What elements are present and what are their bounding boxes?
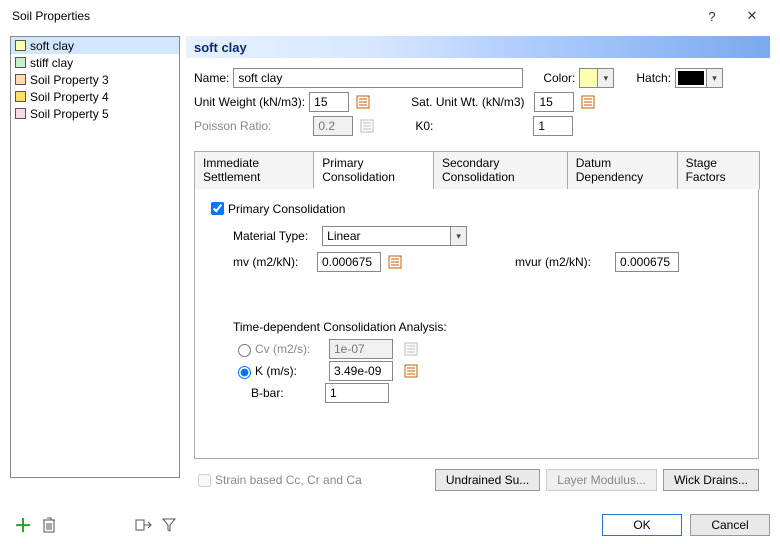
delete-icon[interactable]: [40, 516, 58, 534]
k0-input[interactable]: [533, 116, 573, 136]
close-button[interactable]: ✕: [732, 8, 772, 24]
window-title: Soil Properties: [12, 9, 692, 23]
unit-weight-label: Unit Weight (kN/m3):: [194, 95, 305, 109]
tab-datum-dependency[interactable]: Datum Dependency: [567, 151, 678, 189]
swatch-icon: [15, 40, 26, 51]
material-type-value: Linear: [323, 227, 450, 245]
name-input[interactable]: [233, 68, 523, 88]
chevron-down-icon: ▾: [706, 69, 722, 87]
primary-consolidation-check-label: Primary Consolidation: [228, 202, 345, 216]
sidebar-item-2[interactable]: Soil Property 3: [11, 71, 179, 88]
strain-based-checkbox: Strain based Cc, Cr and Ca: [194, 471, 362, 490]
cv-input: [329, 339, 393, 359]
mv-settings-icon[interactable]: [385, 252, 405, 272]
color-label: Color:: [543, 71, 575, 85]
title-bar: Soil Properties ? ✕: [0, 0, 780, 32]
mv-label: mv (m2/kN):: [233, 255, 313, 269]
swatch-icon: [15, 57, 26, 68]
unit-weight-settings-icon[interactable]: [353, 92, 373, 112]
material-type-combo[interactable]: Linear ▾: [322, 226, 467, 246]
cv-settings-icon: [401, 339, 421, 359]
unit-weight-input[interactable]: [309, 92, 349, 112]
primary-consolidation-checkbox[interactable]: Primary Consolidation: [207, 199, 345, 218]
sidebar-toolbar: ＋: [14, 516, 178, 534]
color-swatch: [580, 69, 597, 87]
soil-heading: soft clay: [186, 36, 770, 58]
layer-modulus-button: Layer Modulus...: [546, 469, 657, 491]
cancel-button[interactable]: Cancel: [690, 514, 770, 536]
sat-unit-input[interactable]: [534, 92, 574, 112]
sidebar-item-4[interactable]: Soil Property 5: [11, 105, 179, 122]
ok-button[interactable]: OK: [602, 514, 682, 536]
sidebar-item-3[interactable]: Soil Property 4: [11, 88, 179, 105]
swatch-icon: [15, 108, 26, 119]
sat-unit-label: Sat. Unit Wt. (kN/m3): [411, 95, 524, 109]
poisson-settings-icon: [357, 116, 377, 136]
hatch-swatch: [678, 71, 704, 85]
tdca-label: Time-dependent Consolidation Analysis:: [233, 320, 447, 334]
mvur-input[interactable]: [615, 252, 679, 272]
color-picker[interactable]: ▾: [579, 68, 614, 88]
chevron-down-icon: ▾: [597, 69, 613, 87]
help-button[interactable]: ?: [692, 9, 732, 24]
strain-based-check-input: [198, 474, 211, 487]
sidebar-item-label: Soil Property 4: [30, 90, 109, 104]
k-label: K (m/s):: [255, 364, 325, 378]
swatch-icon: [15, 74, 26, 85]
tab-secondary-consolidation[interactable]: Secondary Consolidation: [433, 151, 568, 189]
k-settings-icon[interactable]: [401, 361, 421, 381]
mvur-label: mvur (m2/kN):: [515, 255, 591, 269]
sat-unit-settings-icon[interactable]: [578, 92, 598, 112]
swatch-icon: [15, 91, 26, 102]
primary-consolidation-check-input[interactable]: [211, 202, 224, 215]
mv-input[interactable]: [317, 252, 381, 272]
k0-label: K0:: [415, 119, 433, 133]
wick-drains-button[interactable]: Wick Drains...: [663, 469, 759, 491]
k-input[interactable]: [329, 361, 393, 381]
poisson-input: [313, 116, 353, 136]
sidebar-item-0[interactable]: soft clay: [11, 37, 179, 54]
primary-consolidation-panel: Primary Consolidation Material Type: Lin…: [194, 189, 759, 459]
tab-primary-consolidation[interactable]: Primary Consolidation: [313, 151, 434, 189]
bbar-label: B-bar:: [251, 386, 321, 400]
cv-radio[interactable]: [238, 344, 251, 357]
hatch-picker[interactable]: ▾: [675, 68, 723, 88]
add-icon[interactable]: ＋: [14, 516, 32, 534]
sidebar-item-label: Soil Property 5: [30, 107, 109, 121]
soil-list[interactable]: soft clay stiff clay Soil Property 3 Soil P…: [10, 36, 180, 478]
name-label: Name:: [194, 71, 229, 85]
sidebar-item-label: Soil Property 3: [30, 73, 109, 87]
undrained-su-button[interactable]: Undrained Su...: [435, 469, 540, 491]
sidebar-item-label: soft clay: [30, 39, 74, 53]
tabs: Immediate Settlement Primary Consolidati…: [194, 150, 759, 189]
material-type-label: Material Type:: [233, 229, 308, 243]
strain-based-check-label: Strain based Cc, Cr and Ca: [215, 473, 362, 487]
sidebar-item-1[interactable]: stiff clay: [11, 54, 179, 71]
chevron-down-icon: ▾: [450, 227, 466, 245]
bbar-input[interactable]: [325, 383, 389, 403]
sidebar-item-label: stiff clay: [30, 56, 73, 70]
tab-immediate-settlement[interactable]: Immediate Settlement: [194, 151, 314, 189]
hatch-label: Hatch:: [636, 71, 671, 85]
cv-label: Cv (m2/s):: [255, 342, 325, 356]
poisson-label: Poisson Ratio:: [194, 119, 271, 133]
import-export-icon[interactable]: [134, 516, 152, 534]
k-radio[interactable]: [238, 366, 251, 379]
filter-icon[interactable]: [160, 516, 178, 534]
tab-stage-factors[interactable]: Stage Factors: [677, 151, 760, 189]
